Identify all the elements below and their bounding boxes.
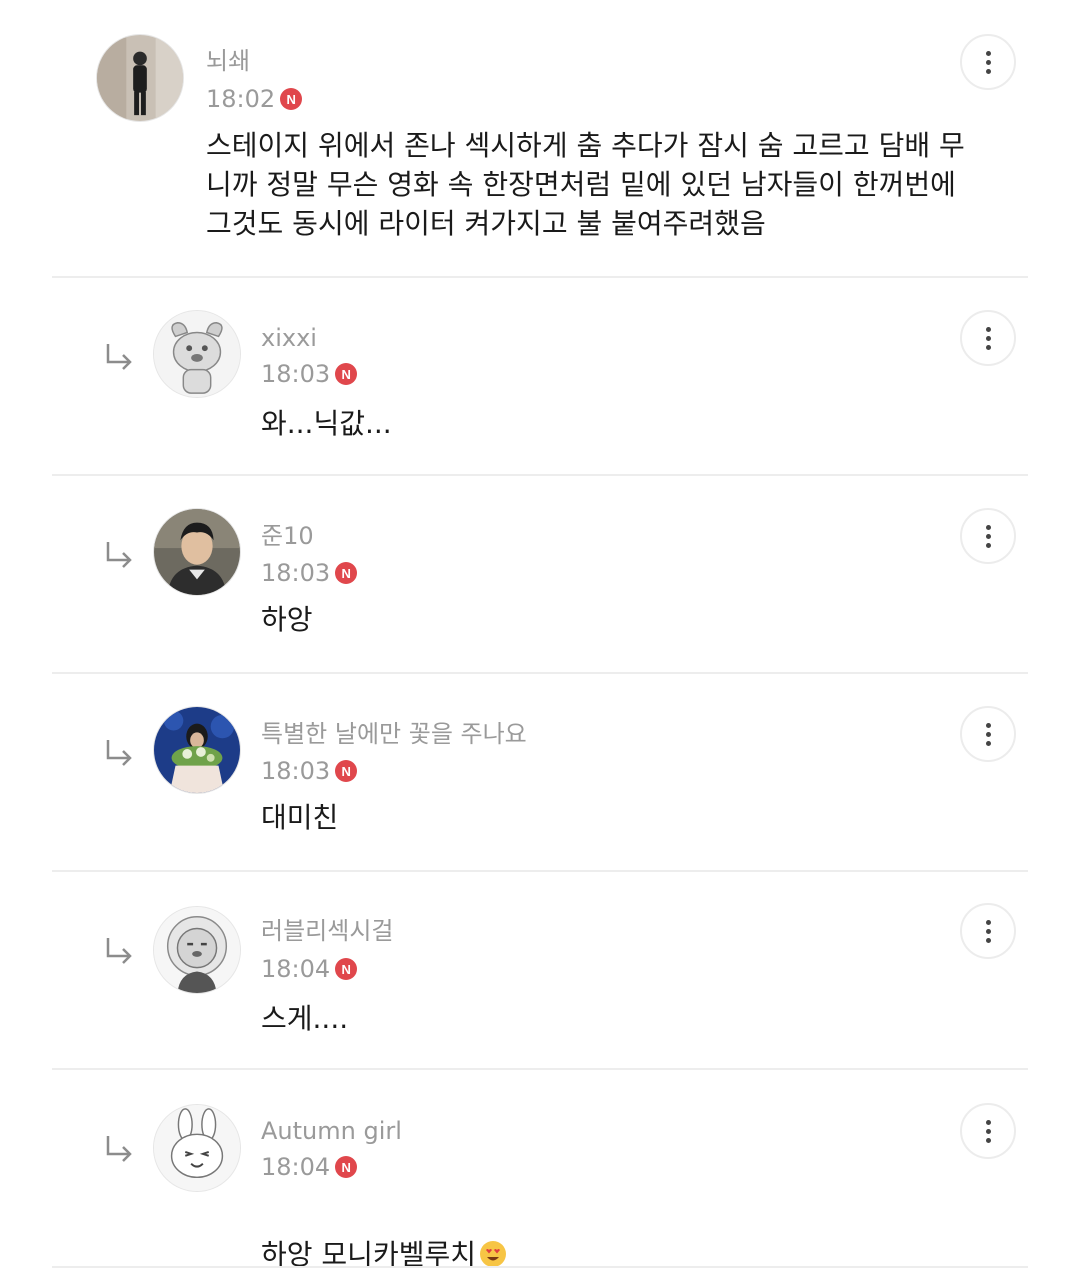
reply-arrow-icon: [102, 736, 136, 770]
reply-arrow-icon: [102, 340, 136, 374]
avatar[interactable]: [153, 906, 241, 994]
comment-meta: 18:04 N: [261, 954, 358, 984]
more-options-button[interactable]: [960, 508, 1016, 564]
comment-text: 대미친: [261, 801, 339, 834]
comment-author[interactable]: xixxi: [261, 323, 317, 353]
dot-icon: [985, 1137, 991, 1143]
comment-meta: 18:03 N: [261, 756, 358, 786]
dot-icon: [985, 50, 991, 56]
comment-time: 18:04: [261, 955, 331, 983]
new-badge: N: [335, 1156, 358, 1178]
more-options-button[interactable]: [960, 310, 1016, 366]
comment-text: 와...닉값...: [261, 407, 392, 440]
comment-author[interactable]: 준10: [261, 521, 314, 551]
comment-time: 18:04: [261, 1153, 331, 1181]
dot-icon: [985, 335, 991, 341]
new-badge: N: [335, 363, 358, 385]
reply-comment: Autumn girl 18:04 N 하앙 모니카벨루치: [0, 1070, 1080, 1271]
cartoon-rabbit-avatar-icon: [154, 1105, 240, 1191]
more-options-button[interactable]: [960, 1103, 1016, 1159]
avatar[interactable]: [153, 1104, 241, 1192]
comment-time: 18:03: [261, 360, 331, 388]
dot-icon: [985, 524, 991, 530]
reply-comment: 러블리섹시걸 18:04 N 스게....: [0, 872, 1080, 1068]
comment-author[interactable]: 뇌쇄: [206, 46, 250, 76]
comment-time: 18:03: [261, 757, 331, 785]
dot-icon: [985, 919, 991, 925]
comment-thread: 뇌쇄 18:02 N 스테이지 위에서 존나 섹시하게 춤 추다가 잠시 숨 고…: [0, 0, 1080, 1276]
reply-comment: 준10 18:03 N 하앙: [0, 476, 1080, 672]
cartoon-lion-avatar-icon: [154, 907, 240, 993]
dot-icon: [985, 928, 991, 934]
comment-time: 18:03: [261, 559, 331, 587]
comment-time: 18:02: [206, 85, 276, 113]
reply-arrow-icon: [102, 538, 136, 572]
comment: 뇌쇄 18:02 N 스테이지 위에서 존나 섹시하게 춤 추다가 잠시 숨 고…: [0, 0, 1080, 276]
avatar[interactable]: [153, 706, 241, 794]
dot-icon: [985, 731, 991, 737]
new-badge: N: [335, 958, 358, 980]
comment-author[interactable]: Autumn girl: [261, 1116, 402, 1146]
more-options-button[interactable]: [960, 903, 1016, 959]
dot-icon: [985, 542, 991, 548]
dot-icon: [985, 1119, 991, 1125]
person-photo-avatar-icon: [154, 509, 240, 595]
comment-text-row: 하앙 모니카벨루치: [261, 1196, 941, 1274]
comment-meta: 18:04 N: [261, 1152, 358, 1182]
comment-meta: 18:03 N: [261, 558, 358, 588]
flowers-photo-avatar-icon: [154, 707, 240, 793]
comment-meta: 18:02 N: [206, 84, 303, 114]
dot-icon: [985, 533, 991, 539]
dot-icon: [985, 722, 991, 728]
comment-author[interactable]: 특별한 날에만 꽃을 주나요: [261, 719, 527, 749]
comment-text: 스테이지 위에서 존나 섹시하게 춤 추다가 잠시 숨 고르고 담배 무 니까 …: [206, 129, 965, 240]
comment-author[interactable]: 러블리섹시걸: [261, 916, 393, 946]
comment-text: 스게....: [261, 1002, 349, 1035]
more-options-button[interactable]: [960, 706, 1016, 762]
dot-icon: [985, 59, 991, 65]
dot-icon: [985, 344, 991, 350]
reply-arrow-icon: [102, 1132, 136, 1166]
smiling-face-with-heart-eyes-icon: [479, 1241, 506, 1267]
new-badge: N: [280, 88, 303, 110]
person-photo-avatar-icon: [97, 35, 183, 121]
dot-icon: [985, 937, 991, 943]
avatar[interactable]: [153, 508, 241, 596]
dot-icon: [985, 68, 991, 74]
dot-icon: [985, 740, 991, 746]
reply-comment: 특별한 날에만 꽃을 주나요 18:03 N 대미친: [0, 674, 1080, 870]
cartoon-dog-avatar-icon: [154, 311, 240, 397]
dot-icon: [985, 326, 991, 332]
reply-arrow-icon: [102, 934, 136, 968]
avatar[interactable]: [96, 34, 184, 122]
avatar[interactable]: [153, 310, 241, 398]
more-options-button[interactable]: [960, 34, 1016, 90]
reply-comment: xixxi 18:03 N 와...닉값...: [0, 278, 1080, 474]
divider: [52, 1266, 1028, 1268]
dot-icon: [985, 1128, 991, 1134]
new-badge: N: [335, 760, 358, 782]
new-badge: N: [335, 562, 358, 584]
comment-meta: 18:03 N: [261, 359, 358, 389]
comment-text: 하앙: [261, 603, 313, 636]
